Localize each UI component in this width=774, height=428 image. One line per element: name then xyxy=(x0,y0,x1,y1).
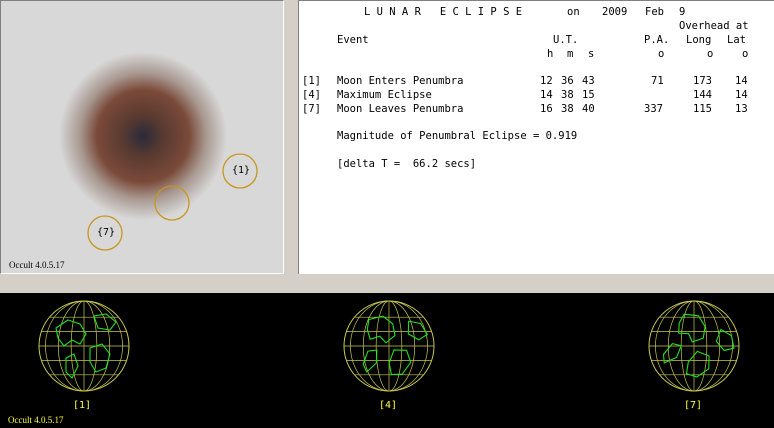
unit-lat-deg: o xyxy=(742,48,749,60)
report-on: on xyxy=(567,6,580,18)
ut-header: U.T. xyxy=(553,34,579,46)
event-name: Maximum Eclipse xyxy=(337,89,432,101)
event-header: Event xyxy=(337,34,369,46)
globe-7 xyxy=(648,300,740,392)
unit-pa-deg: o xyxy=(658,48,665,60)
report-year: 2009 xyxy=(602,6,628,18)
event-long: 173 xyxy=(693,75,712,87)
coastline xyxy=(89,343,111,373)
eclipse-report-panel: L U N A R E C L I P S E on 2009 Feb 9 Ov… xyxy=(298,0,774,274)
globe-1 xyxy=(38,300,130,392)
event-lat: 13 xyxy=(735,103,748,115)
event-h: 12 xyxy=(540,75,553,87)
long-header: Long xyxy=(686,34,712,46)
coastline xyxy=(685,350,710,378)
magnitude-line: Magnitude of Penumbral Eclipse = 0.919 xyxy=(337,130,578,142)
strip-version-label: Occult 4.0.5.17 xyxy=(8,415,64,425)
marker-label-1: {1} xyxy=(232,165,251,176)
coastline xyxy=(388,349,412,376)
eclipse-diagram xyxy=(59,52,258,251)
globe-label-4: [4] xyxy=(378,400,398,411)
overhead-at-heading: Overhead at xyxy=(679,20,749,32)
event-name: Moon Enters Penumbra xyxy=(337,75,464,87)
event-name: Moon Leaves Penumbra xyxy=(337,103,464,115)
event-long: 115 xyxy=(693,103,712,115)
marker-label-7: {7} xyxy=(97,227,116,238)
report-title: L U N A R E C L I P S E xyxy=(364,6,523,18)
report-month: Feb xyxy=(645,6,664,18)
unit-m: m xyxy=(567,48,574,60)
event-s: 43 xyxy=(582,75,595,87)
unit-s: s xyxy=(588,48,595,60)
unit-h: h xyxy=(547,48,554,60)
event-lat: 14 xyxy=(735,89,748,101)
event-s: 15 xyxy=(582,89,595,101)
coastline xyxy=(678,313,706,343)
event-pa: 337 xyxy=(644,103,663,115)
globe-strip: [1] [4] [7] Occult 4.0.5.17 xyxy=(0,293,774,428)
globe-label-7: [7] xyxy=(683,400,703,411)
event-pa: 71 xyxy=(651,75,664,87)
unit-long-deg: o xyxy=(707,48,714,60)
event-id: [7] xyxy=(302,103,321,115)
event-m: 38 xyxy=(561,103,574,115)
event-h: 14 xyxy=(540,89,553,101)
coastline xyxy=(662,343,682,364)
delta-t-line: [delta T = 66.2 secs] xyxy=(337,158,477,170)
event-id: [4] xyxy=(302,89,321,101)
event-h: 16 xyxy=(540,103,553,115)
event-s: 40 xyxy=(582,103,595,115)
event-m: 38 xyxy=(561,89,574,101)
eclipse-diagram-panel: {1} {7} Occult 4.0.5.17 xyxy=(0,0,284,274)
lat-header: Lat xyxy=(727,34,746,46)
event-long: 144 xyxy=(693,89,712,101)
report-day: 9 xyxy=(679,6,686,18)
globe-4 xyxy=(343,300,435,392)
earth-shadow xyxy=(59,52,227,220)
event-m: 36 xyxy=(561,75,574,87)
event-lat: 14 xyxy=(735,75,748,87)
event-id: [1] xyxy=(302,75,321,87)
pa-header: P.A. xyxy=(644,34,670,46)
coastline xyxy=(407,320,429,341)
globe-label-1: [1] xyxy=(72,400,92,411)
version-label: Occult 4.0.5.17 xyxy=(9,260,65,270)
coastline xyxy=(65,353,79,379)
